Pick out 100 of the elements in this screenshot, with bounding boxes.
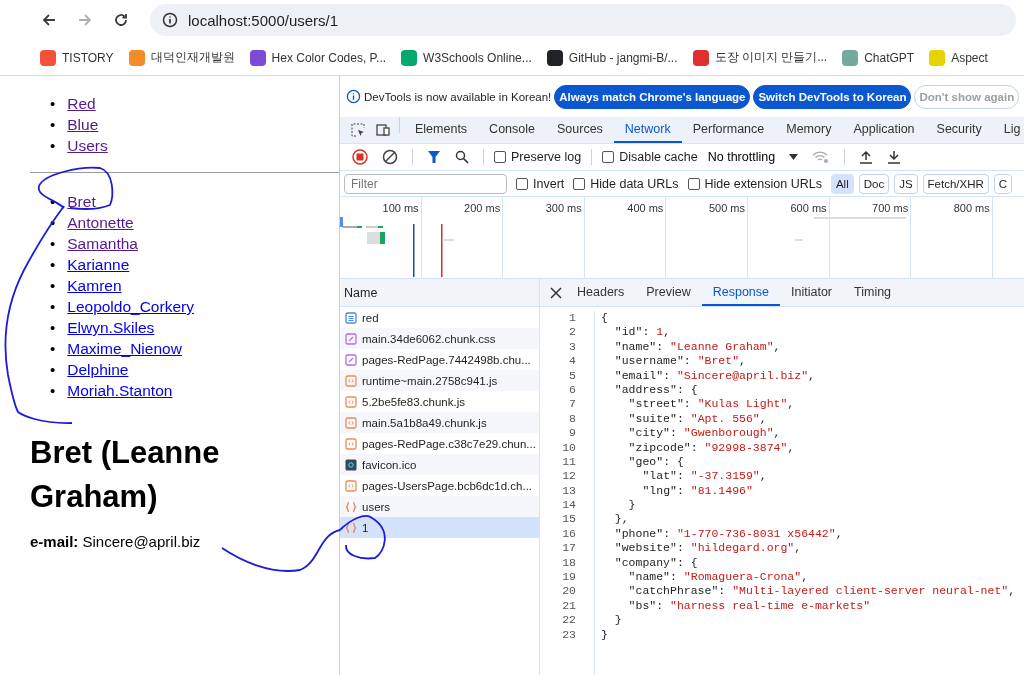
line-number: 8 xyxy=(568,411,576,427)
line-number: 14 xyxy=(561,498,576,513)
filter-checkbox[interactable]: Hide data URLs xyxy=(573,176,679,191)
detail-tab[interactable]: Timing xyxy=(843,279,903,306)
detail-tab[interactable]: Headers xyxy=(566,279,636,306)
type-filter-button[interactable]: Doc xyxy=(858,173,890,194)
code-line: "address": { xyxy=(613,382,699,398)
line-number: 1 xyxy=(568,311,576,326)
nav-link[interactable]: Red xyxy=(67,93,96,114)
list-bullet: • xyxy=(50,297,56,317)
panel-tab[interactable]: Sources xyxy=(546,117,614,143)
code-line: "company": { xyxy=(613,555,699,571)
nav-link[interactable]: Blue xyxy=(67,114,99,135)
close-icon xyxy=(550,286,562,299)
bookmark-link[interactable]: 대덕인재개발원 xyxy=(128,49,235,66)
address-bar[interactable]: localhost:5000/users/1 xyxy=(150,4,1016,36)
request-row[interactable]: favicon.ico xyxy=(340,454,539,475)
user-link[interactable]: Kamren xyxy=(67,275,122,296)
user-link[interactable]: Elwyn.Skiles xyxy=(67,317,155,338)
code-line: "name": "Leanne Graham", xyxy=(613,339,782,355)
bookmark-link[interactable]: GitHub - jangmi-B/... xyxy=(546,49,678,66)
script-file-icon xyxy=(345,437,357,450)
time-tick: 600 ms xyxy=(790,202,827,214)
user-link[interactable]: Antonette xyxy=(67,212,134,233)
type-filter-button[interactable]: C xyxy=(993,173,1013,194)
code-line: "lng": "81.1496" xyxy=(641,483,754,499)
line-number: 20 xyxy=(561,584,576,599)
time-tick: 300 ms xyxy=(545,202,582,214)
line-number: 3 xyxy=(568,339,576,355)
bookmark-link[interactable]: ChatGPT xyxy=(842,49,915,66)
time-tick: 500 ms xyxy=(708,202,745,214)
panel-tab[interactable]: Console xyxy=(478,117,546,143)
filter-checkbox[interactable]: Invert xyxy=(516,176,565,191)
line-number: 18 xyxy=(561,555,576,571)
line-number: 17 xyxy=(561,541,576,556)
request-row[interactable]: users xyxy=(340,496,539,517)
user-heading: Bret (Leanne Graham) xyxy=(30,434,221,516)
panel-tab[interactable]: Memory xyxy=(775,117,843,143)
detail-tab[interactable]: Preview xyxy=(635,279,702,306)
user-link[interactable]: Delphine xyxy=(67,359,129,380)
request-row[interactable]: 1 xyxy=(340,517,539,538)
code-line: } xyxy=(601,627,609,642)
line-number: 11 xyxy=(561,454,576,470)
detail-tab[interactable]: Response xyxy=(701,279,780,306)
request-row[interactable]: main.34de6062.chunk.css xyxy=(340,328,539,349)
nav-link[interactable]: Users xyxy=(67,135,108,156)
pencil-file-icon xyxy=(345,332,357,345)
document-icon xyxy=(345,311,357,324)
panel-tab[interactable]: Application xyxy=(842,117,926,143)
time-tick: 800 ms xyxy=(953,202,990,214)
braces-icon xyxy=(345,500,357,513)
bookmark-link[interactable]: W3Schools Online... xyxy=(401,49,532,66)
user-link[interactable]: Leopoldo_Corkery xyxy=(67,296,194,317)
record-icon xyxy=(352,149,368,165)
code-line: } xyxy=(613,613,623,628)
user-link[interactable]: Bret xyxy=(67,191,96,212)
disable-cache-checkbox[interactable]: Disable cache xyxy=(602,150,698,164)
user-link[interactable]: Moriah.Stanton xyxy=(67,380,173,401)
panel-tab[interactable]: Network xyxy=(613,117,682,143)
list-bullet: • xyxy=(50,339,56,359)
type-filter-button[interactable]: Fetch/XHR xyxy=(922,173,989,194)
user-link[interactable]: Maxime_Nienow xyxy=(67,338,182,359)
code-line: "name": "Romaguera-Crona", xyxy=(627,570,810,585)
request-row[interactable]: runtime~main.2758c941.js xyxy=(340,370,539,391)
code-line: "geo": { xyxy=(627,454,685,470)
bookmark-link[interactable]: Hex Color Codes, P... xyxy=(249,49,387,66)
request-row[interactable]: main.5a1b8a49.chunk.js xyxy=(340,412,539,433)
throttling-dropdown[interactable]: No throttling xyxy=(703,150,803,164)
detail-tab[interactable]: Initiator xyxy=(780,279,843,306)
list-bullet: • xyxy=(50,255,56,275)
line-number: 16 xyxy=(561,526,576,542)
bookmark-link[interactable]: TISTORY xyxy=(40,49,114,66)
code-line: "phone": "1-770-736-8031 x56442", xyxy=(613,526,844,542)
email-text: Sincere@april.biz xyxy=(82,533,201,550)
list-bullet: • xyxy=(50,360,56,380)
user-link[interactable]: Karianne xyxy=(67,254,130,275)
panel-tab[interactable]: Security xyxy=(925,117,993,143)
code-line: "catchPhrase": "Multi-layered client-server neural-net", xyxy=(627,584,1016,599)
filter-checkbox[interactable]: Hide extension URLs xyxy=(687,176,822,191)
infobar-button[interactable]: Switch DevTools to Korean xyxy=(753,84,912,109)
reload-icon xyxy=(113,12,129,28)
list-bullet: • xyxy=(50,136,56,156)
filter-field[interactable]: Filter xyxy=(344,173,507,194)
bookmark-link[interactable]: 도장 이미지 만들기... xyxy=(692,49,828,66)
line-number: 22 xyxy=(561,613,576,628)
code-line: "suite": "Apt. 556", xyxy=(627,411,768,427)
type-filter-button[interactable]: JS xyxy=(894,173,918,194)
info-icon xyxy=(346,89,361,104)
panel-tab[interactable]: Performance xyxy=(681,117,776,143)
panel-tab[interactable]: Lig xyxy=(992,117,1024,143)
code-line: "website": "hildegard.org", xyxy=(613,541,803,556)
panel-tab[interactable]: Elements xyxy=(404,117,479,143)
type-filter-button[interactable]: All xyxy=(830,173,854,194)
list-bullet: • xyxy=(50,318,56,338)
braces-icon xyxy=(345,521,357,534)
user-link[interactable]: Samantha xyxy=(67,233,138,254)
preserve-log-checkbox[interactable]: Preserve log xyxy=(494,150,582,164)
email-label: e-mail: xyxy=(30,533,79,550)
infobar-button[interactable]: Always match Chrome's language xyxy=(554,84,751,109)
bookmark-link[interactable]: Aspect xyxy=(929,49,988,66)
